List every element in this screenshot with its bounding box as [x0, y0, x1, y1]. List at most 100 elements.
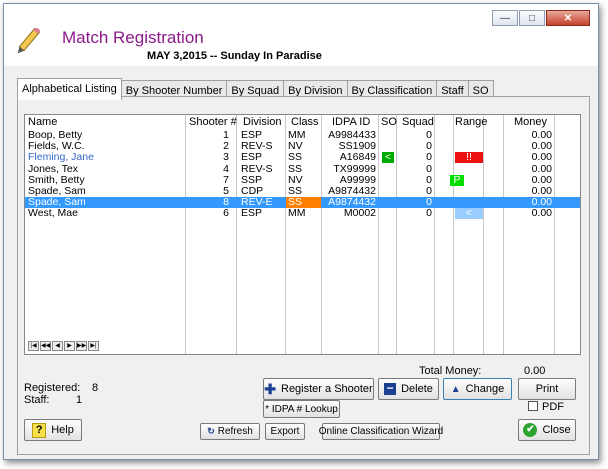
col-header-shooter[interactable]: Shooter # [189, 116, 237, 128]
refresh-label: Refresh [217, 426, 253, 437]
cell-idpa: A99999 [339, 174, 376, 186]
cell-class: SS [288, 152, 303, 164]
question-icon: ? [32, 422, 47, 438]
cell-so [382, 186, 394, 197]
total-money-value: 0.00 [524, 365, 546, 377]
table-row[interactable]: Spade, Sam 8 REV-E SS A9874432 0 0.00 [25, 197, 580, 209]
table-row[interactable]: Spade, Sam 5 CDP SS A9874432 0 0.00 [25, 186, 580, 197]
window-controls: — □ ✕ [491, 10, 590, 26]
col-header-name[interactable]: Name [28, 116, 57, 128]
nav-prev-button[interactable]: ◀ [52, 341, 63, 351]
idpa-lookup-button[interactable]: * IDPA # Lookup [263, 400, 340, 418]
total-money-label: Total Money: [419, 365, 482, 377]
table-row[interactable]: West, Mae 6 ESP MM M0002 0 <0.00 [25, 208, 580, 220]
change-label: Change [465, 383, 505, 395]
col-header-idpa[interactable]: IDPA ID [332, 116, 370, 128]
cell-name: Fields, W.C. [28, 141, 85, 153]
cell-division: REV-S [241, 141, 273, 153]
col-header-squad[interactable]: Squad [402, 116, 434, 128]
cell-money: 0.00 [531, 152, 552, 164]
help-button[interactable]: ? Help [24, 419, 82, 441]
staff-value: 1 [76, 394, 83, 406]
record-navigator: |◀ ◀◀ ◀ ▶ ▶▶ ▶| [28, 341, 100, 351]
col-header-division[interactable]: Division [243, 116, 282, 128]
cell-idpa: M0002 [343, 208, 376, 220]
refresh-button[interactable]: ↻ Refresh [200, 423, 260, 440]
minimize-button[interactable]: — [492, 10, 518, 26]
nav-last-button[interactable]: ▶| [88, 341, 99, 351]
cell-money: 0.00 [531, 130, 552, 141]
cell-so [382, 175, 394, 186]
cell-so: < [382, 152, 394, 164]
online-classification-wizard-button[interactable]: Online Classification Wizard [319, 423, 443, 440]
cell-range [457, 141, 481, 152]
cell-name: Spade, Sam [28, 186, 86, 197]
cell-name: Jones, Tex [28, 163, 79, 175]
print-button[interactable]: Print [518, 378, 576, 400]
cell-money: 0.00 [531, 141, 552, 153]
nav-next-page-button[interactable]: ▶▶ [76, 341, 87, 351]
export-button[interactable]: Export [265, 423, 305, 440]
pdf-checkbox[interactable] [528, 401, 538, 411]
cell-range [457, 164, 481, 175]
cell-class: NV [288, 141, 303, 153]
cell-shooter: 2 [223, 141, 229, 153]
cell-squad: 0 [426, 186, 432, 197]
col-header-money[interactable]: Money [514, 116, 547, 128]
cell-class: MM [288, 208, 306, 220]
plus-icon: ✚ [264, 380, 276, 397]
shooter-grid[interactable]: Name Shooter # Division Class IDPA ID SO… [24, 114, 581, 355]
cell-name: West, Mae [28, 208, 78, 220]
table-row[interactable]: Smith, Betty 7 SSP NV A99999 0 P 0.00 [25, 174, 580, 186]
tab-panel: Name Shooter # Division Class IDPA ID SO… [17, 96, 590, 455]
delete-label: Delete [401, 383, 433, 395]
col-header-so[interactable]: SO [381, 116, 397, 128]
cell-idpa: A9874432 [328, 197, 376, 209]
checkmark-icon: ✔ [523, 423, 538, 437]
cell-squad: 0 [426, 208, 432, 220]
triangle-icon: ▲ [450, 383, 461, 395]
cell-so [382, 197, 394, 208]
nav-next-button[interactable]: ▶ [64, 341, 75, 351]
change-button[interactable]: ▲ Change [443, 378, 512, 400]
cell-name: Boop, Betty [28, 130, 83, 141]
cell-squad: 0 [426, 163, 432, 175]
cell-class: SS [288, 163, 303, 175]
close-window-button[interactable]: ✕ [546, 10, 590, 26]
pdf-label: PDF [542, 401, 564, 413]
cell-division: CDP [241, 186, 264, 197]
table-row[interactable]: Fields, W.C. 2 REV-S NV SS1909 0 0.00 [25, 141, 580, 152]
nav-first-button[interactable]: |◀ [28, 341, 39, 351]
cell-division: REV-S [241, 163, 273, 175]
cell-idpa: A9874432 [328, 186, 376, 197]
cell-squad: 0 [426, 152, 432, 164]
table-row[interactable]: Fleming, Jane 3 ESP SS A16849 <0!! 0.00 [25, 152, 580, 164]
table-row[interactable]: Jones, Tex 4 REV-S SS TX99999 0 0.00 [25, 164, 580, 175]
cell-range [457, 197, 481, 208]
nav-prev-page-button[interactable]: ◀◀ [40, 341, 51, 351]
cell-money: 0.00 [531, 208, 552, 220]
table-row[interactable]: Boop, Betty 1 ESP MM A9984433 0 0.00 [25, 130, 580, 141]
cell-range: P [450, 174, 464, 186]
cell-so [382, 208, 394, 219]
col-header-class[interactable]: Class [291, 116, 319, 128]
registered-label: Registered: [24, 382, 81, 394]
cell-range: < [455, 208, 483, 220]
maximize-button[interactable]: □ [519, 10, 545, 26]
register-shooter-button[interactable]: ✚ Register a Shooter [263, 378, 374, 400]
cell-squad: 0 [426, 130, 432, 141]
cell-class: NV [288, 174, 303, 186]
col-header-range[interactable]: Range [455, 116, 487, 128]
staff-label: Staff: [24, 394, 50, 406]
tab-alphabetical-listing[interactable]: Alphabetical Listing [17, 78, 122, 100]
cell-so [382, 164, 394, 175]
cell-money: 0.00 [531, 163, 552, 175]
close-button[interactable]: ✔ Close [518, 419, 576, 441]
title-bar: — □ ✕ Match Registration MAY 3,2015 -- S… [4, 4, 598, 66]
cell-shooter: 1 [223, 130, 229, 141]
close-label: Close [542, 424, 571, 436]
minus-icon: − [384, 382, 397, 395]
cell-range: !! [455, 152, 483, 164]
cell-idpa: SS1909 [338, 141, 376, 153]
delete-button[interactable]: − Delete [378, 378, 439, 400]
